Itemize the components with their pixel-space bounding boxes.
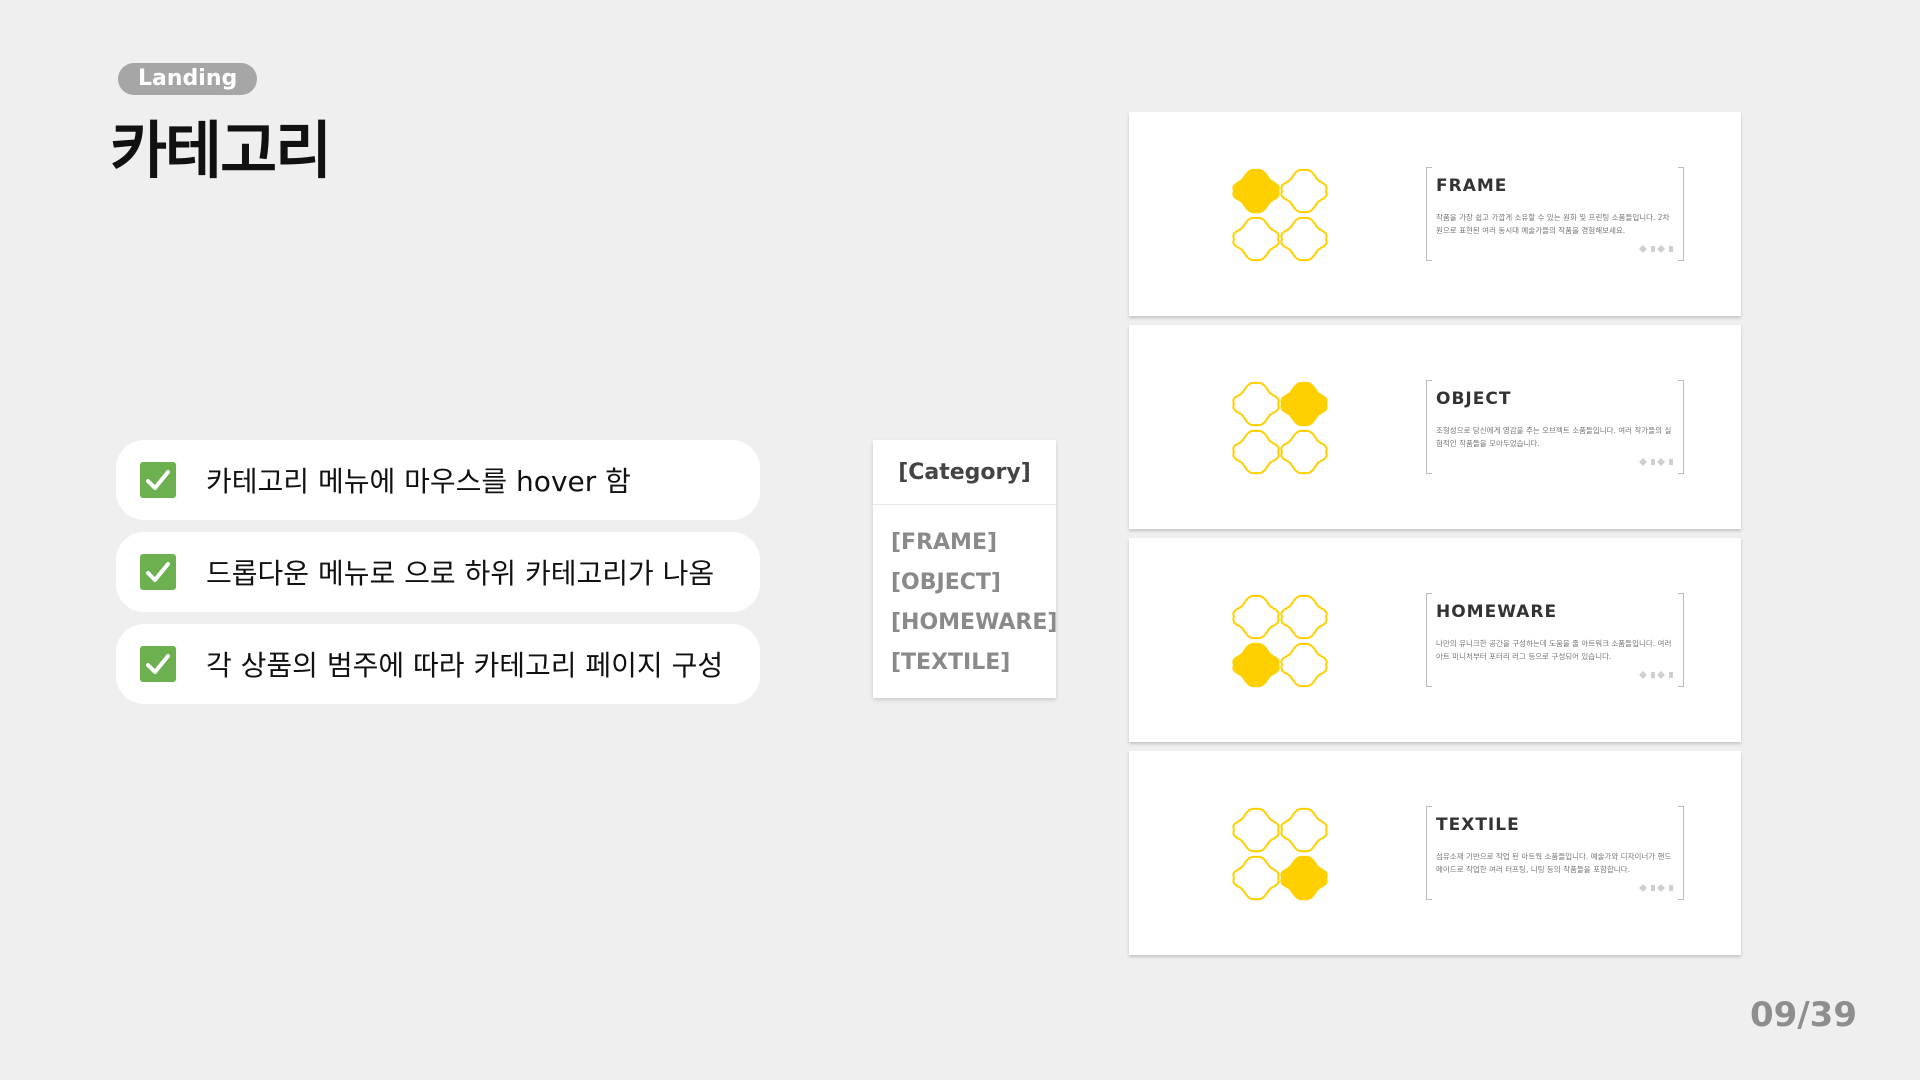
flower-petal-top-right — [1280, 168, 1328, 214]
checklist-item: 각 상품의 범주에 따라 카테고리 페이지 구성 — [116, 624, 760, 704]
flower-logo-icon — [1232, 168, 1328, 262]
flower-petal-bottom-left — [1232, 855, 1280, 901]
card-description: 조형성으로 당신에게 영감을 주는 오브젝트 소품들입니다. 여러 작가들의 실… — [1436, 426, 1672, 448]
dropdown-item-homeware[interactable]: [HOMEWARE] — [891, 603, 1057, 643]
category-dropdown: [Category] [FRAME] [OBJECT] [HOMEWARE] [… — [873, 440, 1057, 698]
card-title: TEXTILE — [1436, 815, 1520, 835]
card-description: 나만의 유니크한 공간을 구성하는데 도움을 줄 아트워크 소품들입니다. 여러… — [1436, 639, 1672, 661]
card-info: FRAME 작품을 가장 쉽고 가깝게 소유할 수 있는 원화 및 프린팅 소품… — [1426, 167, 1684, 261]
card-info: TEXTILE 섬유소재 기반으로 작업 된 아트웍 소품들입니다. 예술가와 … — [1426, 806, 1684, 900]
checkbox-checked-icon — [140, 646, 176, 682]
dropdown-heading[interactable]: [Category] — [873, 440, 1056, 505]
diamond-deco-icon — [1639, 458, 1673, 466]
card-title: HOMEWARE — [1436, 602, 1558, 622]
diamond-deco-icon — [1639, 671, 1673, 679]
flower-petal-top-left — [1232, 807, 1280, 853]
category-card-homeware[interactable]: HOMEWARE 나만의 유니크한 공간을 구성하는데 도움을 줄 아트워크 소… — [1129, 538, 1741, 742]
page-title: 카테고리 — [110, 114, 332, 187]
flower-petal-top-right — [1280, 381, 1328, 427]
flower-petal-top-right — [1280, 807, 1328, 853]
dropdown-item-frame[interactable]: [FRAME] — [891, 523, 1056, 563]
checklist-text: 카테고리 메뉴에 마우스를 hover 함 — [206, 465, 631, 498]
checkbox-checked-icon — [140, 554, 176, 590]
flower-petal-top-left — [1232, 168, 1280, 214]
dropdown-item-textile[interactable]: [TEXTILE] — [891, 643, 1056, 683]
checkbox-checked-icon — [140, 462, 176, 498]
diamond-deco-icon — [1639, 884, 1673, 892]
dropdown-list: [FRAME] [OBJECT] [HOMEWARE] [TEXTILE] — [873, 505, 1057, 683]
flower-petal-top-left — [1232, 594, 1280, 640]
flower-logo-icon — [1232, 594, 1328, 688]
checklist-text: 드롭다운 메뉴로 으로 하위 카테고리가 나옴 — [206, 557, 715, 590]
checklist-item: 드롭다운 메뉴로 으로 하위 카테고리가 나옴 — [116, 532, 760, 612]
card-info: OBJECT 조형성으로 당신에게 영감을 주는 오브젝트 소품들입니다. 여러… — [1426, 380, 1684, 474]
card-description: 섬유소재 기반으로 작업 된 아트웍 소품들입니다. 예술가와 디자이너가 핸드… — [1436, 852, 1672, 874]
flower-petal-bottom-right — [1280, 216, 1328, 262]
flower-logo-icon — [1232, 381, 1328, 475]
flower-petal-bottom-right — [1280, 642, 1328, 688]
category-card-textile[interactable]: TEXTILE 섬유소재 기반으로 작업 된 아트웍 소품들입니다. 예술가와 … — [1129, 751, 1741, 955]
card-title: FRAME — [1436, 176, 1508, 196]
card-info: HOMEWARE 나만의 유니크한 공간을 구성하는데 도움을 줄 아트워크 소… — [1426, 593, 1684, 687]
flower-petal-bottom-left — [1232, 429, 1280, 475]
section-tag: Landing — [118, 63, 258, 95]
flower-petal-bottom-left — [1232, 642, 1280, 688]
flower-logo-icon — [1232, 807, 1328, 901]
flower-petal-bottom-right — [1280, 429, 1328, 475]
category-card-frame[interactable]: FRAME 작품을 가장 쉽고 가깝게 소유할 수 있는 원화 및 프린팅 소품… — [1129, 112, 1741, 316]
category-cards: FRAME 작품을 가장 쉽고 가깝게 소유할 수 있는 원화 및 프린팅 소품… — [1129, 112, 1741, 964]
flower-petal-bottom-left — [1232, 216, 1280, 262]
card-title: OBJECT — [1436, 389, 1512, 409]
page-number: 09/39 — [1749, 995, 1857, 1035]
dropdown-item-object[interactable]: [OBJECT] — [891, 563, 1056, 603]
checklist-item: 카테고리 메뉴에 마우스를 hover 함 — [116, 440, 760, 520]
flower-petal-top-left — [1232, 381, 1280, 427]
checklist: 카테고리 메뉴에 마우스를 hover 함 드롭다운 메뉴로 으로 하위 카테고… — [116, 440, 760, 716]
flower-petal-bottom-right — [1280, 855, 1328, 901]
checklist-text: 각 상품의 범주에 따라 카테고리 페이지 구성 — [206, 649, 724, 682]
category-card-object[interactable]: OBJECT 조형성으로 당신에게 영감을 주는 오브젝트 소품들입니다. 여러… — [1129, 325, 1741, 529]
diamond-deco-icon — [1639, 245, 1673, 253]
flower-petal-top-right — [1280, 594, 1328, 640]
card-description: 작품을 가장 쉽고 가깝게 소유할 수 있는 원화 및 프린팅 소품들입니다. … — [1436, 213, 1670, 235]
